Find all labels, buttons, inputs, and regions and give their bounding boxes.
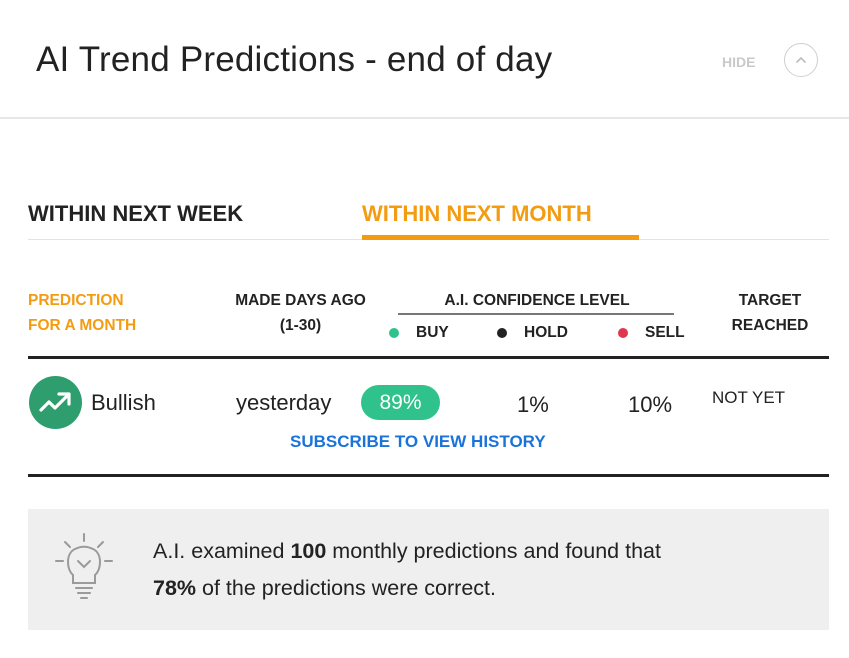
- accuracy-info-text: A.I. examined 100 monthly predictions an…: [153, 533, 813, 607]
- chevron-up-icon: [795, 56, 807, 64]
- lightbulb-icon: [55, 533, 113, 599]
- tab-within-next-month[interactable]: WITHIN NEXT MONTH: [362, 201, 592, 227]
- hide-button[interactable]: HIDE: [722, 54, 755, 70]
- header-target-line1: TARGET: [738, 292, 802, 309]
- header-prediction: PREDICTION FOR A MONTH: [28, 288, 136, 338]
- info-text-part3: of the predictions were correct.: [196, 576, 496, 600]
- confidence-divider: [398, 313, 674, 315]
- header-target-line2: REACHED: [731, 317, 809, 334]
- page-title: AI Trend Predictions - end of day: [36, 40, 553, 79]
- header-prediction-line1: PREDICTION: [28, 292, 124, 309]
- widget-header: AI Trend Predictions - end of day HIDE: [0, 0, 849, 119]
- hold-confidence-value: 1%: [517, 392, 549, 417]
- subscribe-history-link[interactable]: SUBSCRIBE TO VIEW HISTORY: [290, 432, 546, 452]
- legend-buy-label: BUY: [416, 324, 449, 341]
- legend-hold: HOLD: [497, 324, 568, 342]
- header-prediction-line2: FOR A MONTH: [28, 317, 137, 334]
- header-made-days-ago: MADE DAYS AGO (1-30): [222, 288, 379, 338]
- info-text-part2: monthly predictions and found that: [326, 539, 661, 563]
- prediction-value: Bullish: [91, 390, 156, 415]
- legend-buy: BUY: [389, 324, 449, 342]
- header-made-line1: MADE DAYS AGO: [235, 292, 366, 309]
- info-count: 100: [290, 539, 327, 563]
- row-top-border: [28, 356, 829, 359]
- legend-sell: SELL: [618, 324, 685, 342]
- active-tab-indicator: [362, 235, 639, 240]
- made-days-ago-value: yesterday: [236, 390, 332, 415]
- hold-dot-icon: [497, 328, 507, 338]
- target-reached-value: NOT YET: [712, 388, 786, 407]
- tab-within-next-week[interactable]: WITHIN NEXT WEEK: [28, 201, 243, 227]
- info-percent: 78%: [153, 576, 197, 600]
- buy-confidence-badge: 89%: [361, 385, 440, 420]
- header-target-reached: TARGET REACHED: [722, 288, 818, 338]
- collapse-button[interactable]: [784, 43, 818, 77]
- buy-dot-icon: [389, 328, 399, 338]
- header-confidence-level: A.I. CONFIDENCE LEVEL: [444, 292, 630, 309]
- sell-confidence-value: 10%: [628, 392, 673, 417]
- legend-hold-label: HOLD: [524, 324, 568, 341]
- info-text-part1: A.I. examined: [153, 539, 291, 563]
- row-bottom-border: [28, 474, 829, 477]
- legend-sell-label: SELL: [645, 324, 685, 341]
- header-made-line2: (1-30): [279, 317, 322, 334]
- trend-up-icon: [29, 376, 82, 429]
- sell-dot-icon: [618, 328, 628, 338]
